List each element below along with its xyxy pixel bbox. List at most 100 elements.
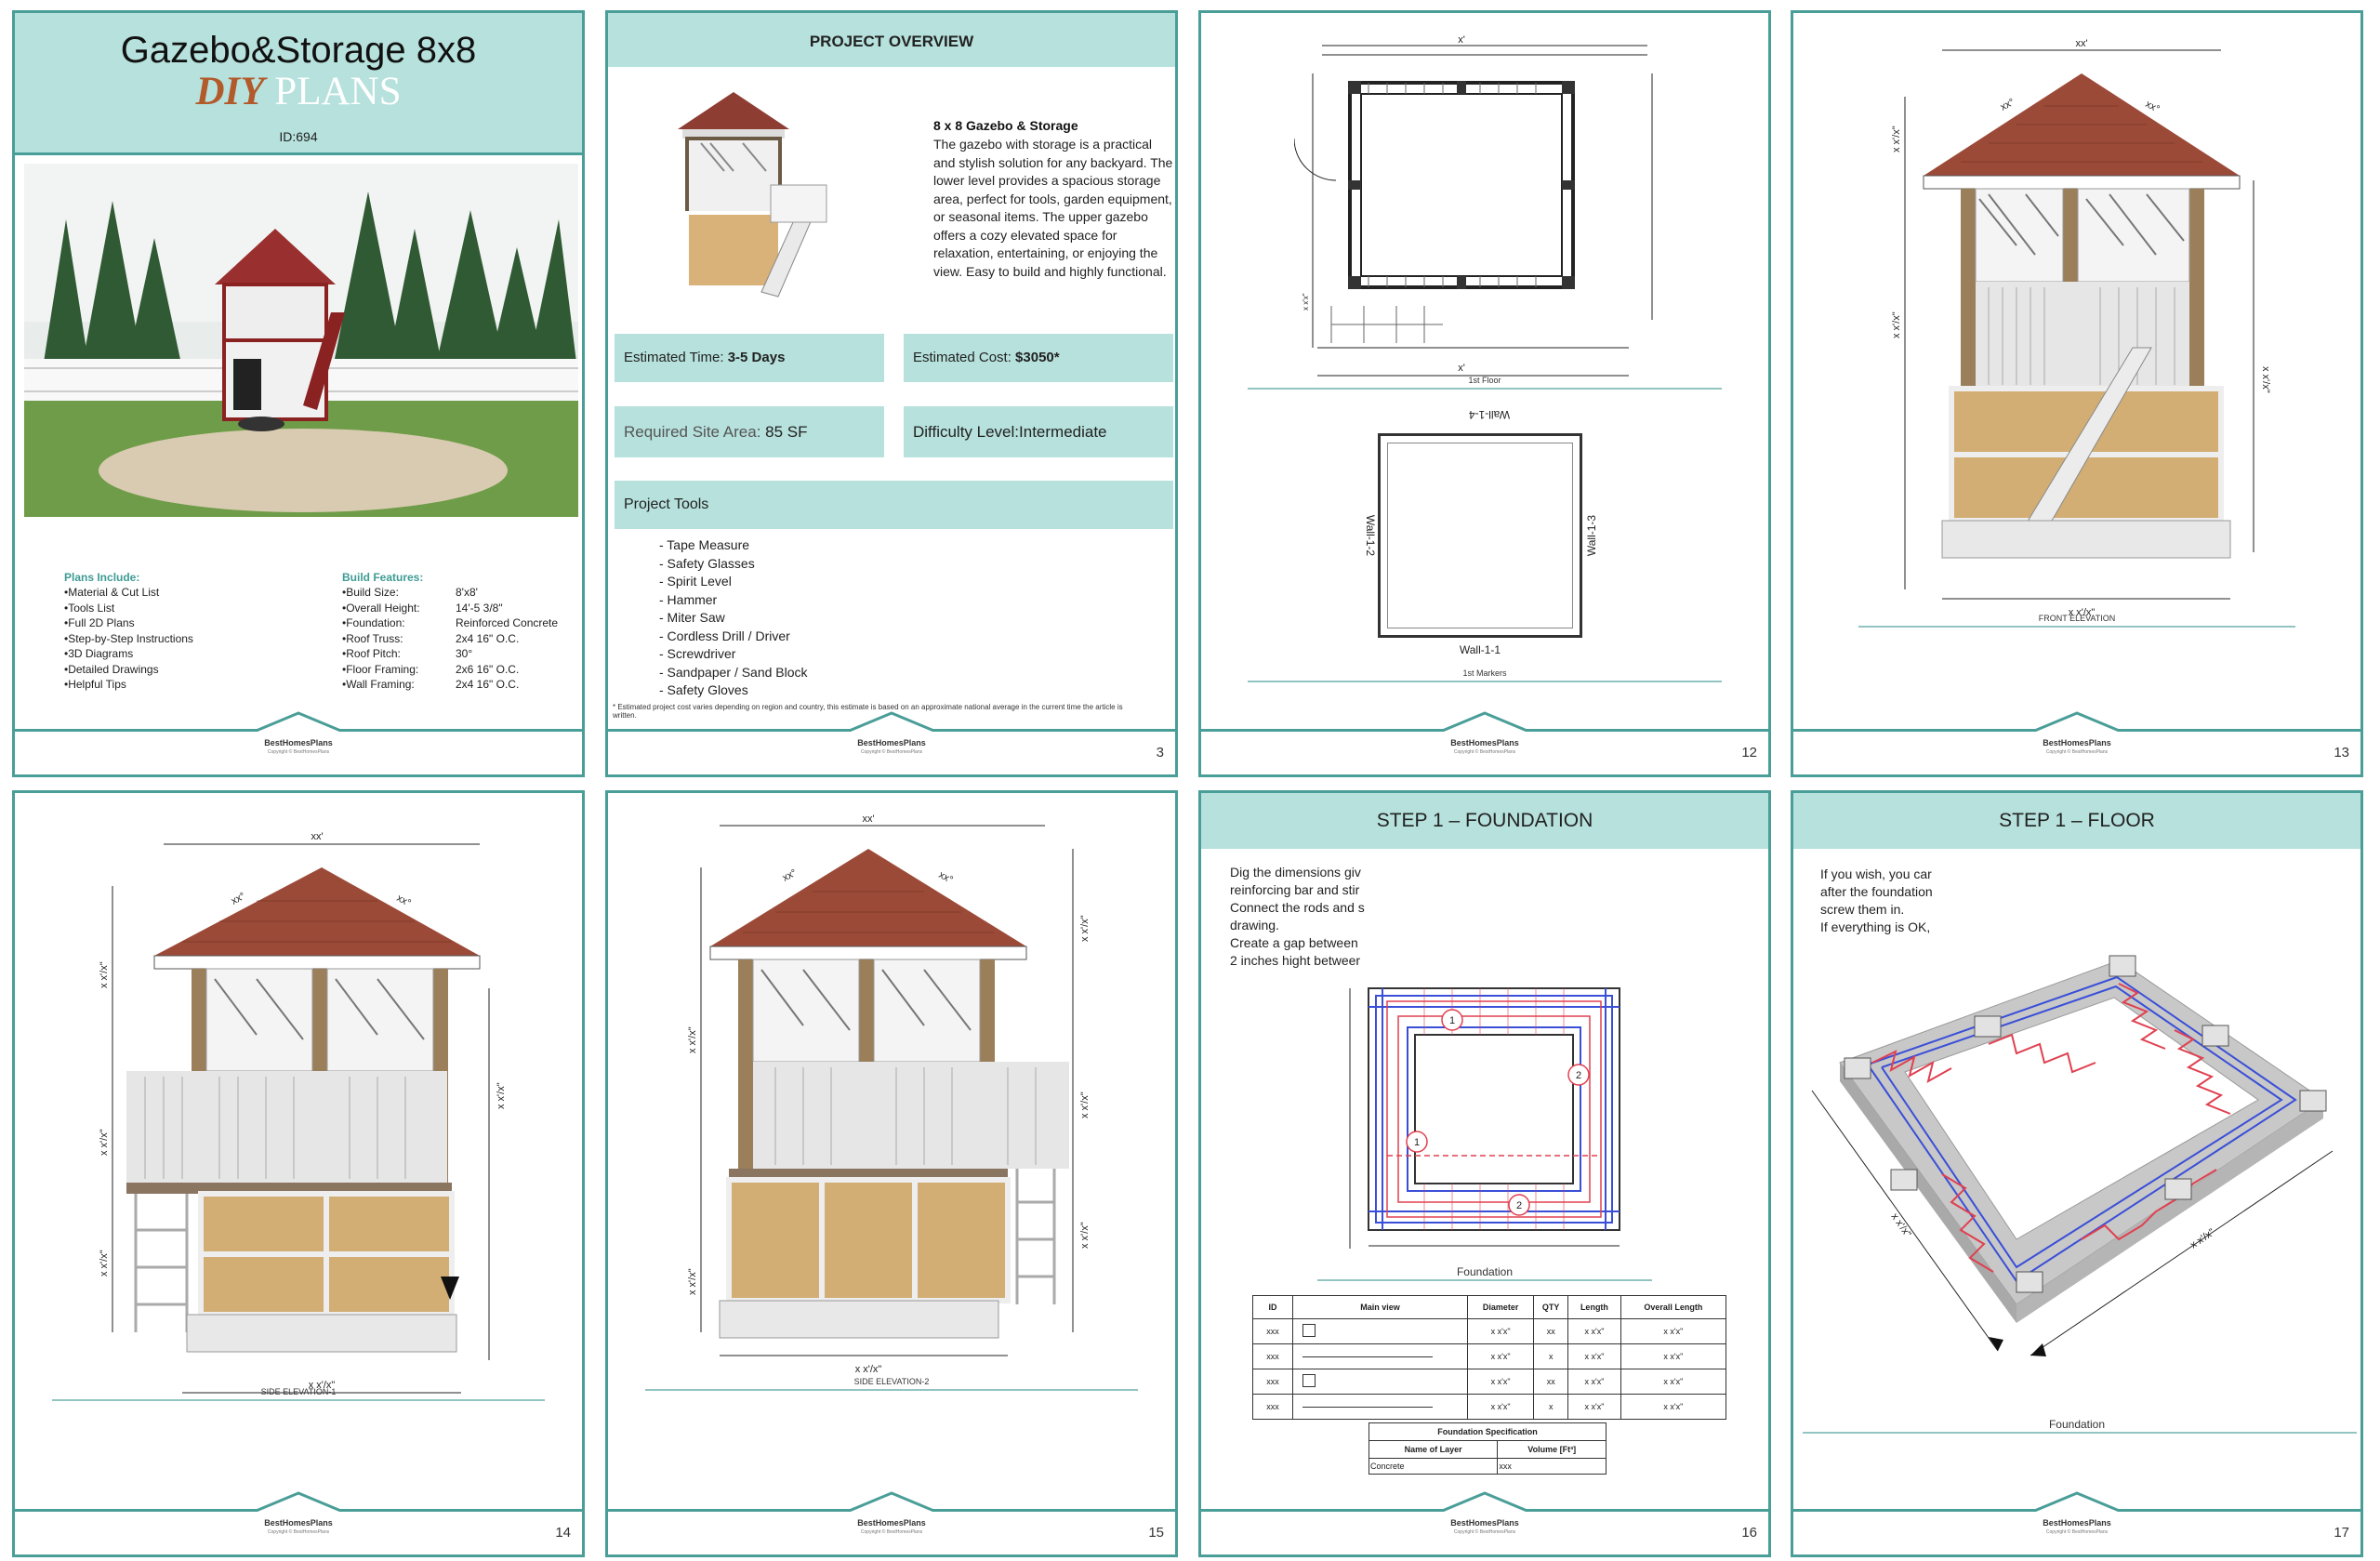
feature-key: •Roof Pitch: — [342, 647, 401, 660]
step-header: STEP 1 – FOUNDATION — [1201, 793, 1768, 849]
dim-label: x x'/x" — [855, 1364, 882, 1375]
time-label: Estimated Time: — [624, 350, 728, 365]
list-item: •Tools List — [64, 601, 115, 615]
front-elevation-page[interactable]: xx' xx° xx° x x'/x" x x'/x" x x'/x" x x'… — [1791, 10, 2363, 777]
feature-key: •Roof Truss: — [342, 631, 403, 645]
dim-label: xx' — [862, 814, 874, 825]
page-footer: BestHomesPlans Copyright © BestHomesPlan… — [608, 711, 1175, 774]
table-header: ID — [1252, 1295, 1293, 1319]
dim-label: x x'/x" — [2260, 366, 2271, 393]
cover-title: Gazebo&Storage 8x8 — [120, 30, 477, 71]
table-cell: x — [1533, 1343, 1569, 1369]
table-row: xxx x x'x" xx x x'x" x x'x" — [1252, 1318, 1727, 1344]
table-row: xxx x x'x" x x x'x" x x'x" — [1252, 1343, 1727, 1369]
table-cell: xxx — [1252, 1394, 1293, 1420]
feature-value: Reinforced Concrete — [456, 616, 559, 629]
cover-plans: PLANS — [274, 70, 402, 113]
footer-copyright: Copyright © BestHomesPlans — [2045, 1529, 2109, 1535]
table-cell: x x'x" — [1466, 1343, 1535, 1369]
dim-label: x x'x" — [1302, 293, 1310, 311]
side-elevation-1-page[interactable]: xx' xx° xx° x x'/x" x x'/x" x x'/x" x x'… — [12, 790, 585, 1557]
list-item: - Safety Gloves — [659, 682, 748, 697]
feature-key: •Build Size: — [342, 586, 399, 599]
dim-label: x x'/x" — [1079, 915, 1091, 942]
caption-underline — [1803, 1432, 2357, 1434]
wall-label-top: Wall-1-4 — [1468, 408, 1511, 421]
rebar-shape-cell — [1292, 1394, 1468, 1420]
floor-plan-page[interactable]: x' x' x x'x" 1st Floor Wall-1-4 Wall-1-2… — [1198, 10, 1771, 777]
roof-logo-icon — [2032, 711, 2122, 732]
footer-brand: BestHomesPlans — [857, 1518, 926, 1528]
side-elevation-2-page[interactable]: xx' xx° xx° x x'/x" x x'/x" x x'/x" x x'… — [605, 790, 1178, 1557]
page-footer: BestHomesPlans Copyright © BestHomesPlan… — [15, 1491, 582, 1554]
dim-label: xx° — [230, 891, 247, 907]
footer-copyright: Copyright © BestHomesPlans — [267, 1529, 330, 1535]
foundation-caption: Foundation — [1456, 1265, 1514, 1278]
roof-logo-icon — [1440, 1491, 1529, 1512]
table-cell: xxx — [1252, 1343, 1293, 1369]
footer-brand: BestHomesPlans — [857, 738, 926, 747]
list-item: - Hammer — [659, 591, 718, 607]
floor-caption: 1st Floor — [1468, 376, 1501, 385]
dim-label: xx° — [2144, 99, 2162, 115]
page-number: 3 — [1156, 745, 1164, 761]
rebar-shape-cell — [1292, 1318, 1468, 1344]
table-cell: x x'x" — [1567, 1394, 1621, 1420]
gazebo-render-image — [24, 164, 578, 517]
step-title: STEP 1 – FLOOR — [1999, 810, 2155, 831]
dim-label: xx° — [937, 869, 955, 886]
table-cell: x x'x" — [1567, 1343, 1621, 1369]
rebar-shape-cell — [1292, 1343, 1468, 1369]
caption-underline — [1858, 626, 2295, 628]
page-number: 14 — [555, 1525, 571, 1541]
table-header: Diameter — [1466, 1295, 1535, 1319]
table-header: Length — [1567, 1295, 1621, 1319]
footer-brand: BestHomesPlans — [264, 738, 333, 747]
list-item: - Safety Glasses — [659, 555, 755, 571]
site-value: 85 SF — [765, 423, 808, 441]
roof-logo-icon — [847, 711, 936, 732]
dim-label: x x'/x" — [1889, 1211, 1913, 1239]
instruction-line: drawing. — [1230, 918, 1279, 933]
feature-key: •Overall Height: — [342, 601, 420, 615]
list-item: •Step-by-Step Instructions — [64, 631, 193, 645]
table-header: Main view — [1292, 1295, 1468, 1319]
cover-header: Gazebo&Storage 8x8 DIY PLANS ID:694 — [15, 13, 582, 155]
floor-foundation-3d-drawing: x x'/x" x x'/x" — [1811, 955, 2334, 1356]
footer-copyright: Copyright © BestHomesPlans — [2045, 749, 2109, 755]
dim-label: x x'/x" — [99, 1129, 110, 1156]
overview-page[interactable]: PROJECT OVERVIEW 8 x 8 Gazebo & Storage … — [605, 10, 1178, 777]
footer-copyright: Copyright © BestHomesPlans — [1453, 1529, 1516, 1535]
roof-logo-icon — [2032, 1491, 2122, 1512]
footer-copyright: Copyright © BestHomesPlans — [1453, 749, 1516, 755]
step-floor-page[interactable]: STEP 1 – FLOOR If you wish, you car afte… — [1791, 790, 2363, 1557]
side-elevation-1-caption: SIDE ELEVATION-1 — [260, 1387, 337, 1396]
cover-page[interactable]: Gazebo&Storage 8x8 DIY PLANS ID:694 Plan… — [12, 10, 585, 777]
dim-label: x x'/x" — [1891, 126, 1902, 152]
table-cell: Concrete — [1368, 1458, 1499, 1475]
feature-value: 30° — [456, 647, 473, 660]
step-title: STEP 1 – FOUNDATION — [1376, 810, 1593, 831]
roof-logo-icon — [254, 711, 343, 732]
rebar-bracket-icon — [1302, 1374, 1316, 1387]
footer-brand: BestHomesPlans — [1450, 1518, 1519, 1528]
table-cell: xx — [1533, 1369, 1569, 1395]
rebar-bracket-icon — [1302, 1324, 1316, 1337]
page-footer: BestHomesPlans Copyright © BestHomesPlan… — [15, 711, 582, 774]
page-footer: BestHomesPlans Copyright © BestHomesPlan… — [1201, 711, 1768, 774]
feature-value: 2x4 16" O.C. — [456, 631, 520, 645]
wall-label-left: Wall-1-2 — [1364, 514, 1377, 557]
markers-caption: 1st Markers — [1462, 668, 1507, 678]
overview-header-title: PROJECT OVERVIEW — [809, 33, 974, 50]
build-features-title: Build Features: — [342, 571, 424, 584]
step-foundation-page[interactable]: STEP 1 – FOUNDATION Dig the dimensions g… — [1198, 790, 1771, 1557]
marker-label: 1 — [1414, 1137, 1420, 1148]
caption-underline — [52, 1399, 545, 1401]
rebar-straight-icon — [1302, 1356, 1433, 1358]
time-value: 3-5 Days — [727, 350, 786, 365]
roof-logo-icon — [254, 1491, 343, 1512]
list-item: •Material & Cut List — [64, 586, 160, 599]
site-label: Required Site Area: — [624, 423, 766, 441]
dim-label: x x'/x" — [687, 1026, 698, 1053]
table-header: Name of Layer — [1368, 1440, 1499, 1459]
